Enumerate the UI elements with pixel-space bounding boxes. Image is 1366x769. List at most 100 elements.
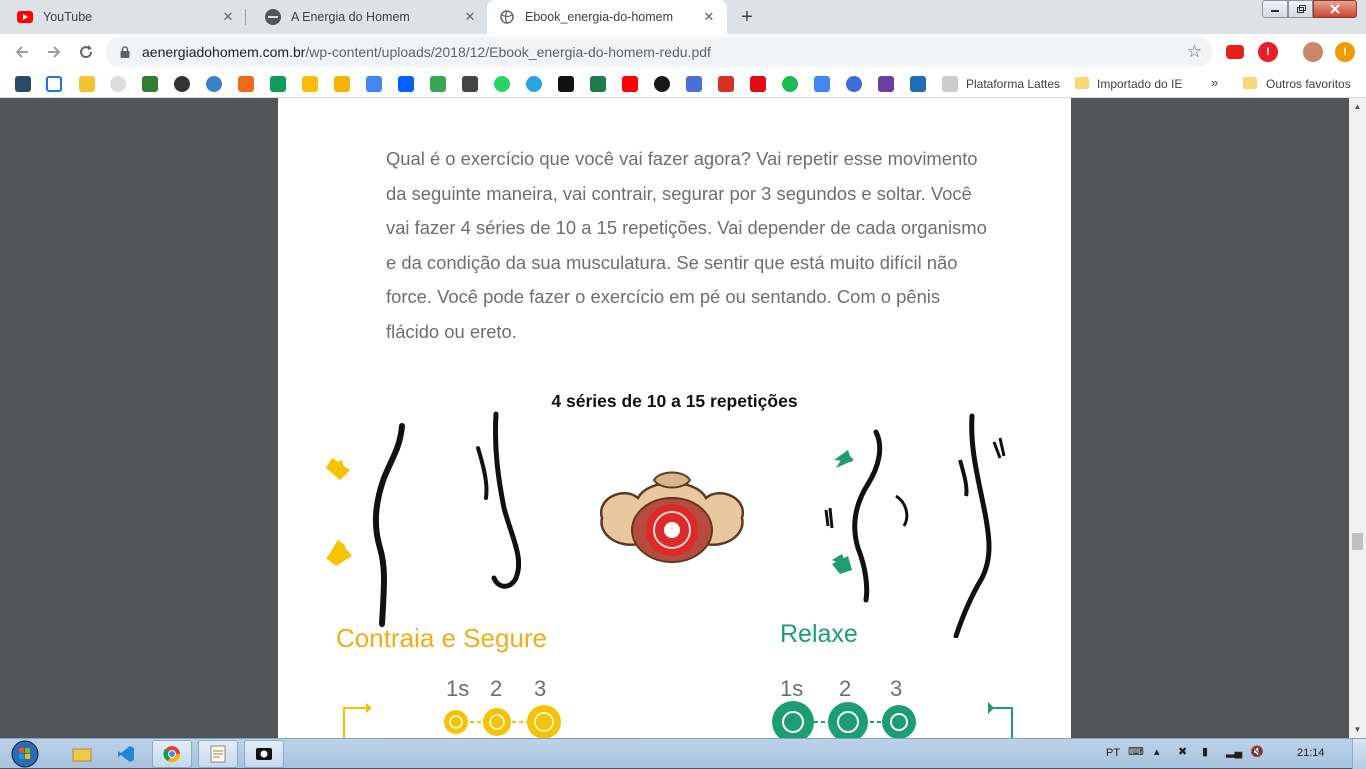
url-text: aenergiadohomem.com.br/wp-content/upload… [142,44,711,60]
bookmark-folder-ie[interactable]: Importado do IE [1097,77,1182,91]
other-bookmarks-folder[interactable]: Outros favoritos [1266,77,1351,91]
bookmark-docs-icon[interactable] [366,76,382,92]
show-desktop-button[interactable] [1352,739,1366,769]
relax-illustration [824,413,1006,638]
scroll-up-icon[interactable]: ▲ [1349,98,1366,115]
timer-icon [527,705,561,738]
network-error-icon[interactable]: ✖ [1178,745,1187,758]
folder-icon [1075,77,1089,89]
bookmark-lattes[interactable]: Plataforma Lattes [966,77,1060,91]
scroll-thumb[interactable] [1352,533,1363,550]
bookmark-chat-icon[interactable] [686,76,702,92]
bookmark-jb-icon[interactable] [558,76,574,92]
whatsapp-icon[interactable] [494,76,510,92]
minimize-button[interactable] [1262,0,1288,18]
bookmark-youtube-icon[interactable] [622,76,638,92]
bookmark-slides-icon[interactable] [334,76,350,92]
signal-icon[interactable]: ▂▄ [1226,745,1242,758]
chevron-up-icon[interactable]: ▴ [1154,745,1160,758]
browser-toolbar: aenergiadohomem.com.br/wp-content/upload… [0,34,1366,70]
notepad-icon[interactable] [198,740,238,768]
bookmark-purple-icon[interactable] [878,76,894,92]
taskbar: PT ⌨ ▴ ✖ ▮ ▂▄ 🔇 21:14 [0,738,1366,769]
close-tab-icon[interactable]: ✕ [701,9,717,25]
telegram-icon[interactable] [526,76,542,92]
arrow-in-icon [326,544,352,566]
volume-muted-icon[interactable]: 🔇 [1250,745,1264,758]
netflix-icon[interactable] [750,76,766,92]
bookmark-keep-icon[interactable] [302,76,318,92]
bookmark-robot-icon[interactable] [206,76,222,92]
lock-icon [120,45,132,59]
vscode-icon[interactable] [106,740,146,768]
bookmark-chart-icon[interactable] [590,76,606,92]
contract-label: Contraia e Segure [336,623,548,653]
vertical-scrollbar[interactable]: ▲ ▼ [1349,98,1366,738]
github-icon[interactable] [654,76,670,92]
keyboard-icon[interactable]: ⌨ [1128,745,1144,758]
relax-timer-row [772,701,1013,738]
bookmarks-overflow-button[interactable]: » [1211,75,1218,90]
dropbox-icon[interactable] [398,76,414,92]
address-bar[interactable]: aenergiadohomem.com.br/wp-content/upload… [106,37,1212,67]
pelvis-illustration [599,471,745,563]
bookmark-ebay-icon[interactable] [238,76,254,92]
globe-icon [499,9,515,25]
url-path: /wp-content/uploads/2018/12/Ebook_energi… [305,44,711,60]
tab-youtube[interactable]: YouTube ✕ [0,0,246,34]
screenshot-tool-icon[interactable] [244,740,284,768]
spotify-icon[interactable] [782,76,798,92]
timer-icon [444,710,468,734]
tab-ebook[interactable]: Ebook_energia-do-homem ✕ [487,0,727,34]
bookmark-calendar-icon[interactable] [46,76,62,92]
contract-timer-row [343,703,561,738]
pdf-page: Qual é o exercício que você vai fazer ag… [278,98,1071,738]
bookmark-app-icon[interactable] [15,76,31,92]
explorer-icon[interactable] [62,740,102,768]
chrome-icon[interactable] [152,740,192,768]
avatar[interactable] [1303,42,1323,62]
bookmark-flag-icon[interactable] [142,76,158,92]
close-tab-icon[interactable]: ✕ [462,9,478,25]
reload-button[interactable] [74,40,98,64]
bookmark-globe-icon[interactable] [174,76,190,92]
battery-icon[interactable]: ▮ [1202,745,1208,758]
close-window-button[interactable] [1313,0,1357,18]
site-icon [265,9,281,25]
bookmark-classroom-icon[interactable] [910,76,926,92]
pdf-viewer[interactable]: Qual é o exercício que você vai fazer ag… [0,98,1366,738]
bookmark-star-icon[interactable]: ☆ [1187,42,1202,62]
back-button[interactable] [10,40,34,64]
google-drive-icon[interactable] [430,76,446,92]
youtube-extension-icon[interactable] [1226,45,1244,59]
close-tab-icon[interactable]: ✕ [220,9,236,25]
contract-illustration [326,411,522,627]
clock[interactable]: 21:14 [1297,747,1325,759]
bookmark-c-icon[interactable] [846,76,862,92]
update-alert-icon[interactable]: ! [1335,42,1355,62]
forward-button[interactable] [42,40,66,64]
bookmark-e-icon[interactable] [79,76,95,92]
bookmark-link-icon[interactable] [462,76,478,92]
language-indicator[interactable]: PT [1106,747,1120,759]
tab-separator [245,9,246,25]
adblock-icon[interactable]: ! [1258,42,1278,62]
bookmark-sheets-icon[interactable] [270,76,286,92]
scroll-down-icon[interactable]: ▼ [1349,721,1366,738]
maximize-button[interactable] [1288,0,1313,18]
bookmark-unifesp-icon[interactable] [110,76,126,92]
gmail-icon[interactable] [718,76,734,92]
tab-strip: YouTube ✕ A Energia do Homem ✕ Ebook_ene… [0,0,1366,34]
start-button[interactable] [4,739,46,769]
tab-title: A Energia do Homem [291,10,410,24]
folder-icon [1243,77,1257,89]
youtube-icon [17,9,33,25]
tab-energia-do-homem[interactable]: A Energia do Homem ✕ [248,0,488,34]
new-tab-button[interactable]: + [735,5,759,29]
translate-icon[interactable] [814,76,830,92]
lattes-icon[interactable] [942,76,958,92]
tab-title: YouTube [43,10,93,24]
timer-icon [483,708,511,736]
bookmarks-bar: Plataforma Lattes Importado do IE » Outr… [0,70,1366,98]
timer-icon [882,705,916,738]
